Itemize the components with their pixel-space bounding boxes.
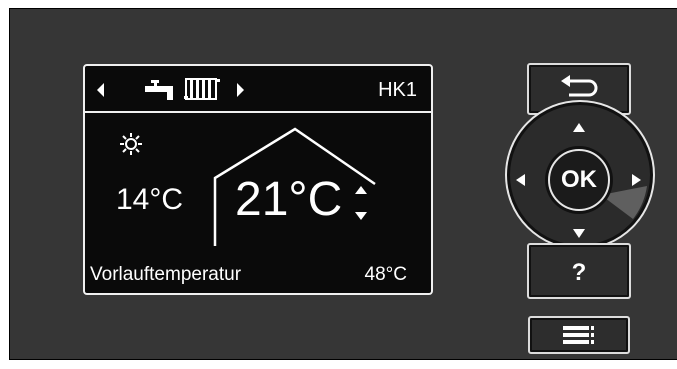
adjust-arrows-icon <box>355 186 367 220</box>
nav-down-arrow[interactable] <box>573 229 585 238</box>
display-screen: HK1 14°C 21°C Vorlauftemperatur 48°C <box>83 64 433 295</box>
help-button[interactable]: ? <box>527 243 631 299</box>
help-label: ? <box>571 259 587 286</box>
info-value: 48°C <box>364 264 407 285</box>
menu-button[interactable] <box>528 316 630 354</box>
set-temperature: 21°C <box>235 173 343 226</box>
nav-up-arrow[interactable] <box>573 123 585 132</box>
nav-left-arrow[interactable] <box>516 174 525 186</box>
menu-icon <box>563 326 594 344</box>
nav-right-arrow[interactable] <box>632 174 641 186</box>
outside-temperature: 14°C <box>116 183 184 216</box>
ok-button[interactable]: OK <box>548 149 610 211</box>
info-label: Vorlauftemperatur <box>90 264 242 285</box>
